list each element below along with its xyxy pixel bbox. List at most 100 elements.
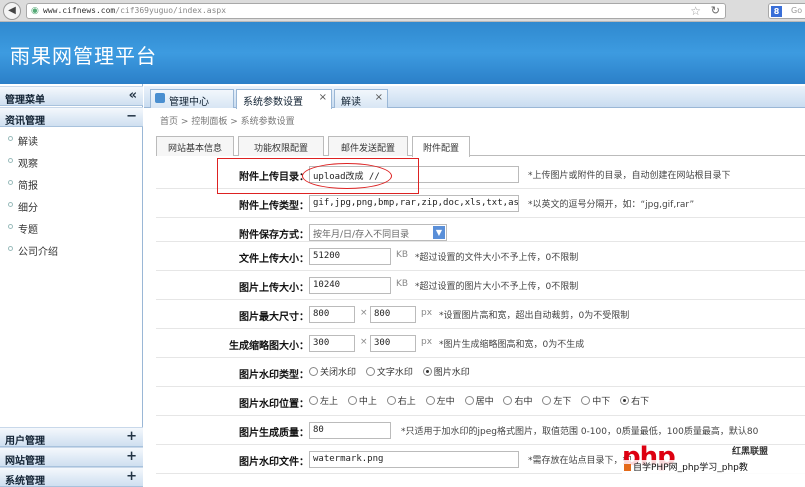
section-news-management[interactable]: 资讯管理 − [0,107,143,127]
tab-jiedu[interactable]: 解读 × [334,89,388,108]
subtab-attachment[interactable]: 附件配置 [412,136,470,157]
radio-label: 右下 [631,397,650,407]
expand-icon[interactable]: + [126,469,137,484]
annotation-highlight-ellipse [302,163,392,189]
url-domain: www.cifnews.com [43,6,116,15]
radio-pos-top-center[interactable]: 中上 [347,394,377,407]
main-content: 管理中心 系统参数设置 × 解读 × 首页 > 控制面板 > 系统参数设置 网站… [144,84,805,479]
bullet-icon [8,202,13,207]
bullet-icon [8,224,13,229]
site-watermark: php 红黑联盟 自学PHP网_php学习_php教 [622,442,805,479]
url-text: www.cifnews.com/cif369yuguo/index.aspx [43,6,226,15]
watermark-file-input[interactable]: watermark.png [309,451,519,468]
save-mode-select[interactable]: 按年月/日/存入不同目录 ▼ [309,224,447,241]
tab-bar: 管理中心 系统参数设置 × 解读 × [144,86,805,109]
radio-watermark-text[interactable]: 文字水印 [365,365,413,378]
breadcrumb-separator: > [230,117,238,127]
subtab-permissions[interactable]: 功能权限配置 [238,136,324,156]
field-label: 附件上传类型： [239,201,309,212]
subtab-label: 网站基本信息 [167,144,222,154]
sidebar-item-company[interactable]: 公司介绍 [0,239,143,261]
radio-pos-middle-right[interactable]: 右中 [503,394,532,407]
field-hint: *超过设置的图片大小不予上传，0不限制 [415,282,579,292]
tab-label: 管理中心 [169,97,209,108]
radio-pos-top-right[interactable]: 右上 [386,394,416,407]
collapse-sidebar-icon[interactable]: « [129,88,137,103]
radio-label: 左中 [436,397,455,407]
field-hint: *只适用于加水印的jpeg格式图片，取值范围 0-100，0质量最低，100质量… [401,427,759,437]
radio-pos-middle-left[interactable]: 左中 [425,394,455,407]
times-sign: × [360,337,368,347]
sidebar-item-jiedu[interactable]: 解读 [0,129,143,151]
section-system-management[interactable]: 系统管理 + [0,467,143,487]
radio-circle [464,396,474,405]
unit-label: KB [396,250,409,260]
field-hint: *上传图片或附件的目录，自动创建在网站根目录下 [528,171,731,181]
collapse-icon[interactable]: − [126,109,137,124]
unit-label: px [421,337,433,347]
tab-label: 系统参数设置 [243,97,303,108]
section-site-management[interactable]: 网站管理 + [0,447,143,467]
back-button[interactable]: ◀ [3,2,21,20]
sidebar-item-xifen[interactable]: 细分 [0,195,143,217]
field-label: 图片水印类型： [239,370,309,381]
radio-pos-bottom-left[interactable]: 左下 [542,394,571,407]
star-icon[interactable]: ☆ [690,4,701,18]
sidebar-item-label: 细分 [18,203,38,214]
tab-admin-center[interactable]: 管理中心 [150,89,234,108]
close-icon[interactable]: × [319,92,327,103]
close-icon[interactable]: × [375,92,383,103]
subtab-site-info[interactable]: 网站基本信息 [156,136,234,156]
thumb-width-input[interactable]: 300 [309,335,355,352]
radio-pos-bottom-center[interactable]: 中下 [581,394,610,407]
search-box[interactable]: 8 Go [768,3,805,19]
subtab-label: 附件配置 [422,144,459,154]
upload-types-input[interactable]: gif,jpg,png,bmp,rar,zip,doc,xls,txt,aspx… [309,195,519,212]
watermark-position-group: 左上 中上 右上 左中 居中 右中 左下 中下 右下 [309,394,656,407]
radio-pos-center[interactable]: 居中 [464,394,494,407]
radio-pos-bottom-right[interactable]: 右下 [620,394,649,407]
radio-watermark-image[interactable]: 图片水印 [422,365,470,378]
field-label: 生成缩略图大小： [229,341,309,352]
field-hint: *以英文的逗号分隔开，如：“jpg,gif,rar” [528,200,695,210]
breadcrumb-control-panel[interactable]: 控制面板 [191,117,227,127]
reload-icon[interactable]: ↻ [711,4,720,17]
breadcrumb-current: 系统参数设置 [240,117,295,127]
sidebar-item-guancha[interactable]: 观察 [0,151,143,173]
expand-icon[interactable]: + [126,429,137,444]
radio-label: 右上 [397,397,416,407]
sidebar-item-jianbao[interactable]: 简报 [0,173,143,195]
radio-label: 中下 [592,397,611,407]
image-max-input[interactable]: 10240 [309,277,391,294]
quality-input[interactable]: 80 [309,422,391,439]
image-width-input[interactable]: 800 [309,306,355,323]
breadcrumb-home[interactable]: 首页 [160,117,178,127]
row-image-max: 图片上传大小： 10240 KB *超过设置的图片大小不予上传，0不限制 [156,271,805,300]
radio-circle [542,396,552,405]
bullet-icon [8,136,13,141]
row-image-size: 图片最大尺寸： 800 × 800 px *设置图片高和宽，超出自动裁剪，0为不… [156,300,805,329]
globe-icon: ◉ [31,6,39,16]
expand-icon[interactable]: + [126,449,137,464]
tab-system-settings[interactable]: 系统参数设置 × [236,89,332,109]
watermark-side-text: 红黑联盟 [732,447,769,457]
bullet-icon [8,246,13,251]
sidebar-item-label: 公司介绍 [18,247,58,258]
times-sign: × [360,308,368,318]
field-label: 附件保存方式： [239,230,309,241]
breadcrumb-separator: > [180,117,189,127]
subtab-mail[interactable]: 邮件发送配置 [328,136,408,156]
image-height-input[interactable]: 800 [370,306,416,323]
thumb-height-input[interactable]: 300 [370,335,416,352]
radio-label: 右中 [514,397,533,407]
file-max-input[interactable]: 51200 [309,248,391,265]
field-hint: *需存放在站点目录下，如 [528,456,632,466]
subtab-label: 功能权限配置 [253,144,308,154]
sidebar-item-zhuanti[interactable]: 专题 [0,217,143,239]
row-quality: 图片生成质量： 80 *只适用于加水印的jpeg格式图片，取值范围 0-100，… [156,416,805,445]
radio-circle-selected [422,367,432,376]
radio-pos-top-left[interactable]: 左上 [309,394,338,407]
radio-watermark-off[interactable]: 关闭水印 [309,365,356,378]
address-bar[interactable]: ◉ www.cifnews.com/cif369yuguo/index.aspx… [26,3,726,19]
section-user-management[interactable]: 用户管理 + [0,427,143,447]
